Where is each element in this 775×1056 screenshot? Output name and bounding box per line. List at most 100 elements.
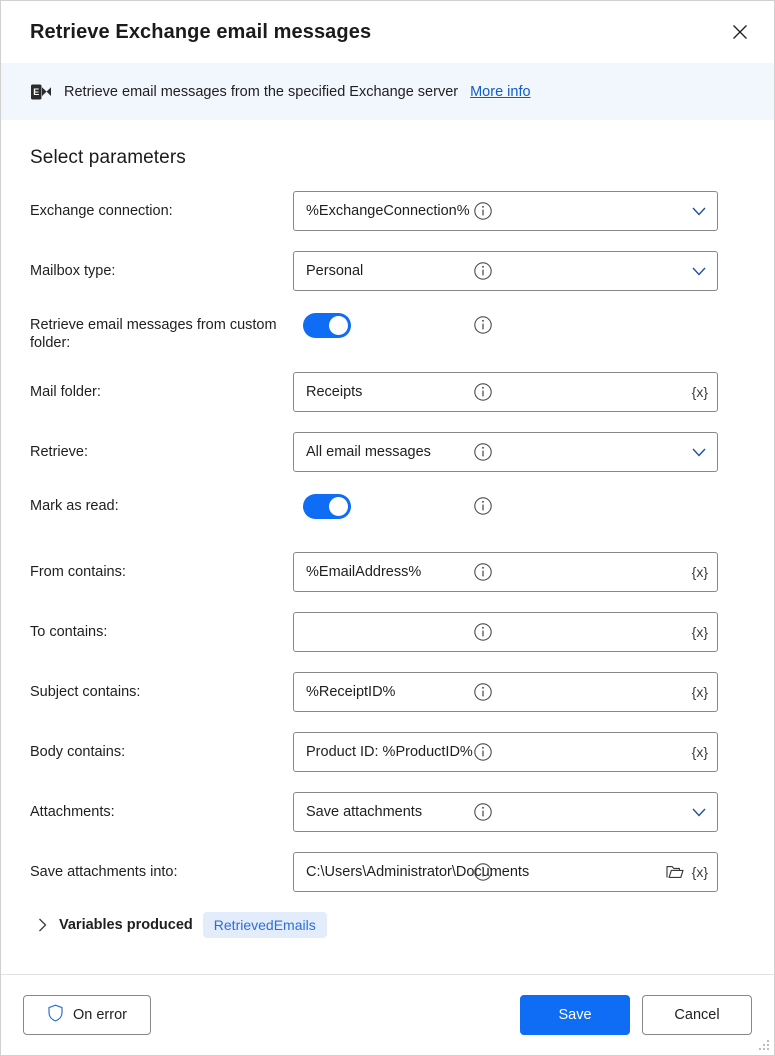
svg-text:E: E (33, 87, 39, 97)
info-icon[interactable] (473, 862, 493, 882)
param-row-attachments: Attachments: Save attachments (30, 792, 745, 832)
info-icon[interactable] (473, 622, 493, 642)
param-control: All email messages (293, 432, 718, 472)
field-value: Product ID: %ProductID% (306, 744, 685, 760)
variables-produced-label[interactable]: Variables produced (59, 917, 193, 933)
toggle-knob (329, 316, 348, 335)
chevron-down-icon (689, 442, 709, 462)
variable-picker-button[interactable]: {x} (691, 623, 709, 641)
variable-picker-button[interactable]: {x} (691, 683, 709, 701)
param-control: %ExchangeConnection% (293, 191, 718, 231)
param-control: Receipts {x} (293, 372, 718, 412)
field-value: Receipts (306, 384, 685, 400)
info-icon[interactable] (473, 382, 493, 402)
info-icon[interactable] (473, 261, 493, 281)
variable-picker-button[interactable]: {x} (691, 383, 709, 401)
param-row-body-contains: Body contains: Product ID: %ProductID% {… (30, 732, 745, 772)
retrieve-from-custom-folder-toggle[interactable] (303, 313, 351, 338)
param-control (293, 492, 718, 519)
param-label: To contains: (30, 612, 293, 641)
field-value: %ReceiptID% (306, 684, 685, 700)
exchange-connection-select[interactable]: %ExchangeConnection% (293, 191, 718, 231)
param-control: Product ID: %ProductID% {x} (293, 732, 718, 772)
attachments-select[interactable]: Save attachments (293, 792, 718, 832)
param-row-custom-folder-toggle: Retrieve email messages from custom fold… (30, 311, 745, 352)
footer-actions: Save Cancel (520, 995, 752, 1035)
info-icon[interactable] (473, 442, 493, 462)
param-row-mail-folder: Mail folder: Receipts {x} (30, 372, 745, 412)
param-label: Subject contains: (30, 672, 293, 701)
param-control: %EmailAddress% {x} (293, 552, 718, 592)
info-icon[interactable] (473, 201, 493, 221)
chevron-right-icon[interactable] (35, 918, 49, 932)
mailbox-type-select[interactable]: Personal (293, 251, 718, 291)
param-row-exchange-connection: Exchange connection: %ExchangeConnection… (30, 191, 745, 231)
info-banner: E Retrieve email messages from the speci… (1, 63, 774, 120)
toggle-knob (329, 497, 348, 516)
field-value: %EmailAddress% (306, 564, 685, 580)
param-row-subject-contains: Subject contains: %ReceiptID% {x} (30, 672, 745, 712)
subject-contains-input[interactable]: %ReceiptID% {x} (293, 672, 718, 712)
param-row-save-attachments-into: Save attachments into: C:\Users\Administ… (30, 852, 745, 892)
shield-icon (47, 1004, 64, 1026)
info-icon[interactable] (473, 802, 493, 822)
param-label: Save attachments into: (30, 852, 293, 881)
param-control: %ReceiptID% {x} (293, 672, 718, 712)
param-row-from-contains: From contains: %EmailAddress% {x} (30, 552, 745, 592)
mail-folder-input[interactable]: Receipts {x} (293, 372, 718, 412)
on-error-label: On error (73, 1007, 127, 1023)
exchange-icon: E (30, 81, 52, 103)
param-control: Save attachments (293, 792, 718, 832)
folder-open-icon[interactable] (665, 862, 685, 882)
retrieve-select[interactable]: All email messages (293, 432, 718, 472)
info-icon[interactable] (473, 496, 493, 516)
dialog-footer: On error Save Cancel (1, 974, 774, 1055)
param-label: Body contains: (30, 732, 293, 761)
variable-picker-button[interactable]: {x} (691, 863, 709, 881)
cancel-button[interactable]: Cancel (642, 995, 752, 1035)
field-value: Save attachments (306, 804, 683, 820)
param-row-mark-as-read: Mark as read: (30, 492, 745, 532)
variables-produced-section: Variables produced RetrievedEmails (30, 912, 745, 938)
info-icon[interactable] (473, 315, 493, 335)
param-label: Retrieve: (30, 432, 293, 461)
variable-chip[interactable]: RetrievedEmails (203, 912, 327, 938)
save-button[interactable]: Save (520, 995, 630, 1035)
variable-picker-button[interactable]: {x} (691, 743, 709, 761)
field-value: %ExchangeConnection% (306, 203, 683, 219)
info-banner-text: Retrieve email messages from the specifi… (64, 84, 458, 100)
field-value: Personal (306, 263, 683, 279)
section-title: Select parameters (30, 147, 745, 169)
info-icon[interactable] (473, 562, 493, 582)
info-icon[interactable] (473, 742, 493, 762)
resize-grip-icon[interactable] (756, 1037, 770, 1051)
field-value: All email messages (306, 444, 683, 460)
param-control: Personal (293, 251, 718, 291)
close-button[interactable] (719, 14, 761, 50)
variable-picker-button[interactable]: {x} (691, 563, 709, 581)
more-info-link[interactable]: More info (470, 84, 530, 100)
chevron-down-icon (689, 261, 709, 281)
from-contains-input[interactable]: %EmailAddress% {x} (293, 552, 718, 592)
info-icon[interactable] (473, 682, 493, 702)
dialog-body: Select parameters Exchange connection: %… (1, 120, 774, 974)
param-label: Mark as read: (30, 492, 293, 515)
body-contains-input[interactable]: Product ID: %ProductID% {x} (293, 732, 718, 772)
dialog-titlebar: Retrieve Exchange email messages (1, 1, 774, 63)
param-label: Retrieve email messages from custom fold… (30, 311, 293, 352)
to-contains-input[interactable]: {x} (293, 612, 718, 652)
param-control (293, 311, 718, 338)
param-row-to-contains: To contains: {x} (30, 612, 745, 652)
param-label: Attachments: (30, 792, 293, 821)
chevron-down-icon (689, 802, 709, 822)
param-label: Mailbox type: (30, 251, 293, 280)
param-label: Exchange connection: (30, 191, 293, 220)
on-error-button[interactable]: On error (23, 995, 151, 1035)
param-control: C:\Users\Administrator\Documents {x} (293, 852, 718, 892)
save-attachments-into-input[interactable]: C:\Users\Administrator\Documents {x} (293, 852, 718, 892)
close-icon (732, 24, 748, 40)
param-row-retrieve: Retrieve: All email messages (30, 432, 745, 472)
mark-as-read-toggle[interactable] (303, 494, 351, 519)
param-control: {x} (293, 612, 718, 652)
param-label: From contains: (30, 552, 293, 581)
